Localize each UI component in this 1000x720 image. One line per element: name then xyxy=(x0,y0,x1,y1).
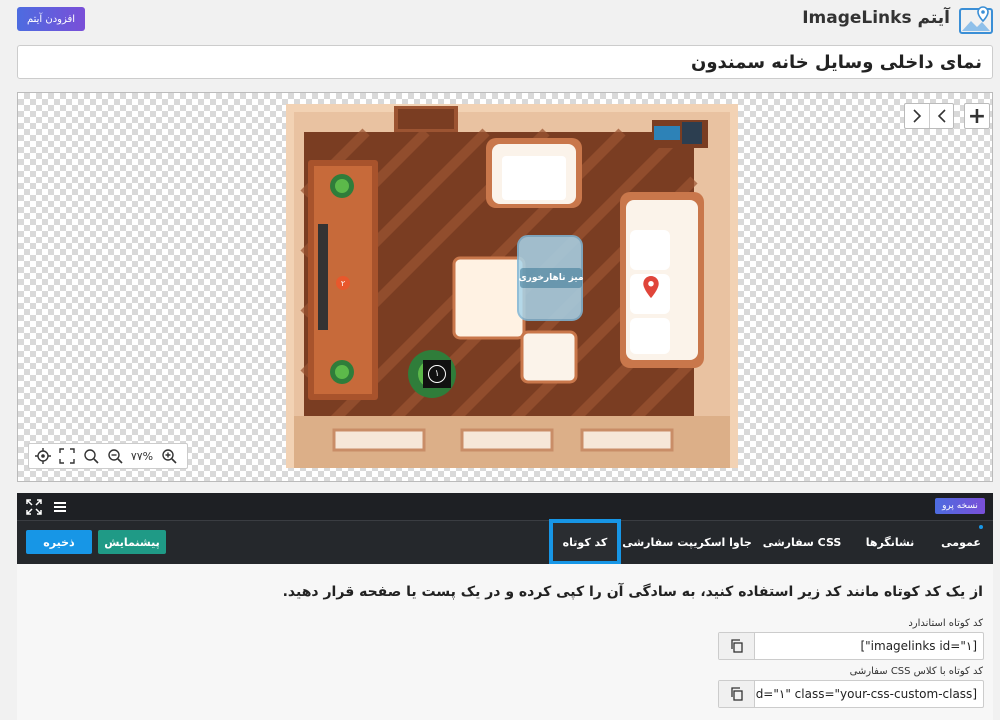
marker-1-label: ۱ xyxy=(434,369,440,379)
marker-2[interactable]: ۲ xyxy=(336,276,350,290)
chevron-left-icon[interactable] xyxy=(929,104,953,128)
marker-2-label: ۲ xyxy=(340,278,346,288)
add-item-button[interactable]: افزودن آیتم xyxy=(17,7,85,31)
shortcode-intro: از یک کد کوتاه مانند کد زیر استفاده کنید… xyxy=(282,584,983,600)
search-icon[interactable] xyxy=(79,444,103,468)
image-map-icon xyxy=(958,4,994,36)
crosshair-icon[interactable] xyxy=(31,444,55,468)
tab-label: نشانگرها xyxy=(865,536,915,549)
editor-panel: نسخه پرو عمومی نشانگرها CSS سفارشی جاوا … xyxy=(17,493,993,565)
custom-shortcode-label: کد کوتاه با کلاس CSS سفارشی xyxy=(849,666,983,677)
standard-shortcode-label: کد کوتاه استاندارد xyxy=(908,618,983,629)
copy-icon[interactable] xyxy=(719,633,755,659)
image-canvas[interactable]: میز ناهارخوری ۲ ۱ + ۷۷% xyxy=(17,92,993,482)
copy-icon[interactable] xyxy=(719,681,755,707)
zoom-out-icon[interactable] xyxy=(103,444,127,468)
shortcode-panel: از یک کد کوتاه مانند کد زیر استفاده کنید… xyxy=(17,564,993,720)
menu-icon[interactable] xyxy=(51,498,69,516)
marker-1[interactable]: ۱ xyxy=(423,360,451,388)
tab-shortcode[interactable]: کد کوتاه xyxy=(549,519,621,565)
chevron-right-icon[interactable] xyxy=(905,104,929,128)
zoom-in-icon[interactable] xyxy=(157,444,181,468)
zoom-toolbar: ۷۷% xyxy=(28,443,188,469)
tab-markers[interactable]: نشانگرها xyxy=(851,521,929,564)
app-header: آیتم ImageLinks افزودن آیتم xyxy=(0,0,1000,40)
map-pin-marker[interactable] xyxy=(640,276,662,298)
editor-tabs: عمومی نشانگرها CSS سفارشی جاوا اسکریپت س… xyxy=(549,519,993,565)
standard-shortcode-input[interactable]: [imagelinks id="۱"] xyxy=(755,633,983,659)
save-button[interactable]: ذخیره xyxy=(26,530,92,554)
tab-custom-js[interactable]: جاوا اسکریپت سفارشی xyxy=(621,521,753,564)
tab-custom-css[interactable]: CSS سفارشی xyxy=(753,521,851,564)
zoom-value: ۷۷% xyxy=(130,449,154,463)
add-marker-button[interactable]: + xyxy=(964,103,990,129)
tab-label: جاوا اسکریپت سفارشی xyxy=(622,536,752,549)
tab-general[interactable]: عمومی xyxy=(929,521,993,564)
tab-label: کد کوتاه xyxy=(562,535,608,549)
custom-shortcode-field: [imagelinks id="۱" class="your-css-custo… xyxy=(718,680,984,708)
preview-button[interactable]: پیشنمایش xyxy=(98,530,166,554)
tab-label: CSS سفارشی xyxy=(762,536,842,549)
canvas-nav xyxy=(904,103,954,129)
page-title: آیتم ImageLinks xyxy=(802,8,950,28)
room-image: میز ناهارخوری ۲ ۱ xyxy=(286,104,738,468)
editor-topbar: نسخه پرو xyxy=(17,493,993,521)
fit-screen-icon[interactable] xyxy=(55,444,79,468)
custom-shortcode-input[interactable]: [imagelinks id="۱" class="your-css-custo… xyxy=(755,681,983,707)
tab-indicator-dot xyxy=(979,525,983,529)
tab-label: عمومی xyxy=(941,536,981,549)
tooltip: میز ناهارخوری xyxy=(518,268,584,288)
expand-icon[interactable] xyxy=(25,498,43,516)
pro-badge[interactable]: نسخه پرو xyxy=(935,498,985,514)
standard-shortcode-field: [imagelinks id="۱"] xyxy=(718,632,984,660)
tooltip-label: میز ناهارخوری xyxy=(518,273,584,283)
item-title-input[interactable] xyxy=(17,45,993,79)
